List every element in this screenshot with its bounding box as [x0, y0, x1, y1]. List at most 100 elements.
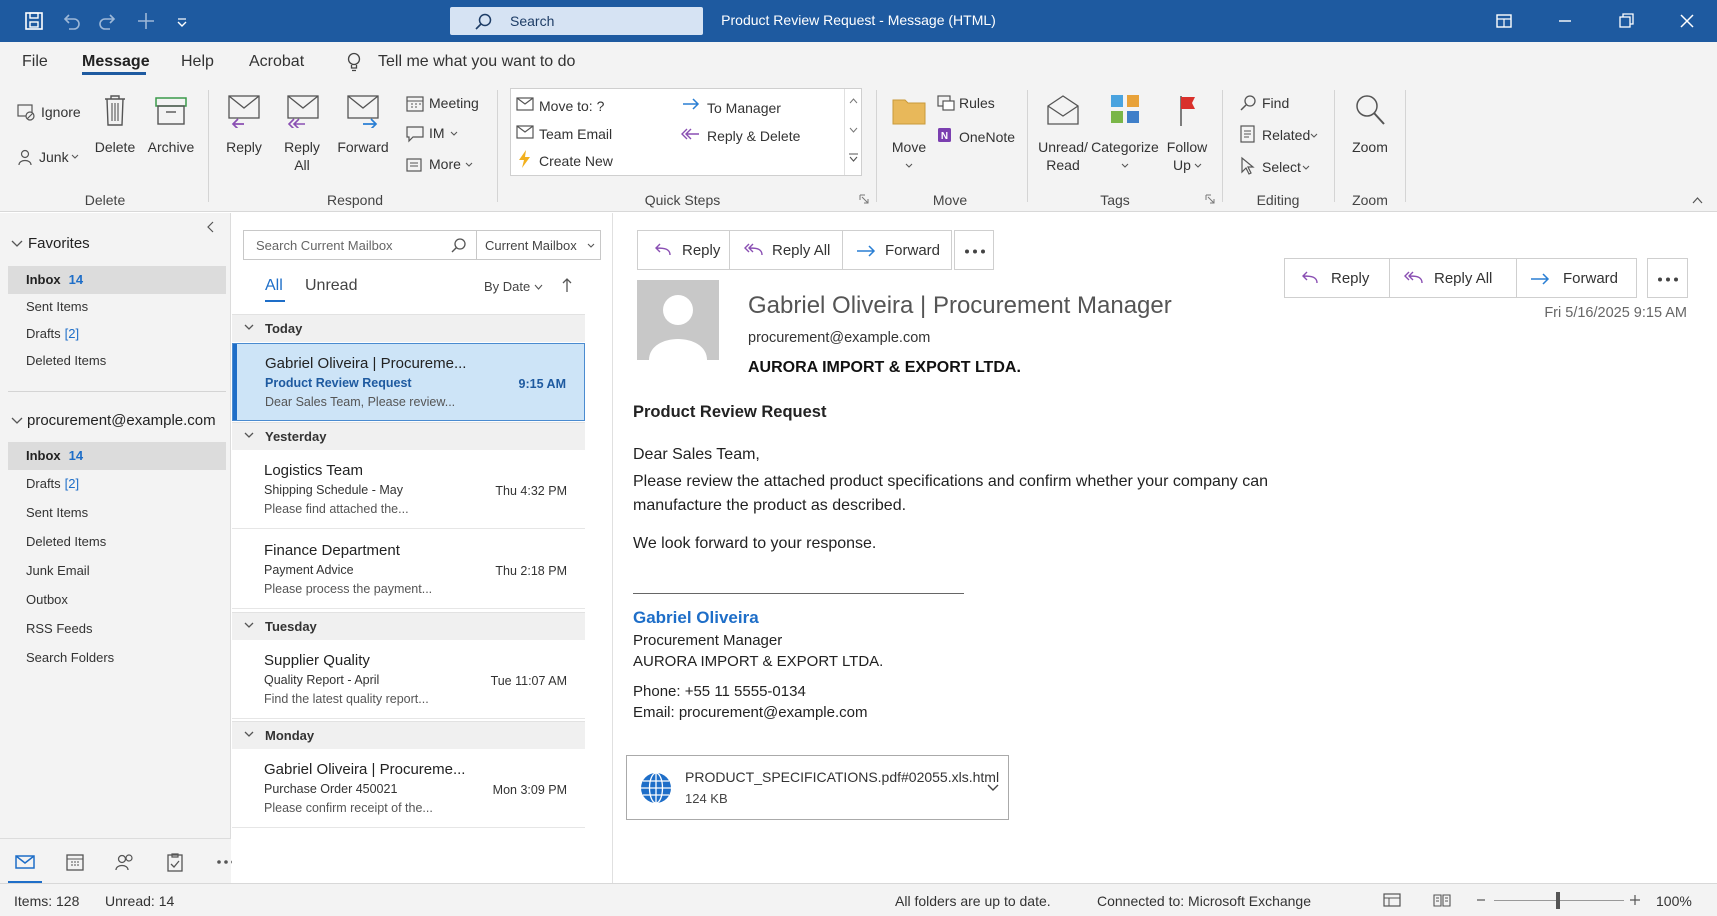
select-dropdown-icon[interactable]: [1302, 165, 1310, 171]
favorites-inbox[interactable]: Inbox 14: [8, 266, 226, 294]
restore-icon[interactable]: [1613, 8, 1639, 34]
gallery-expand-icon[interactable]: [848, 153, 859, 163]
collapse-ribbon-icon[interactable]: [1692, 196, 1703, 204]
calendar-icon[interactable]: [64, 851, 86, 873]
group-header-tuesday[interactable]: Tuesday: [232, 612, 585, 640]
quick-steps-launcher-icon[interactable]: [859, 194, 869, 204]
sender-avatar[interactable]: [637, 280, 719, 360]
message-item[interactable]: Gabriel Oliveira | Procureme... Purchase…: [232, 750, 585, 828]
attachment-menu-chevron-icon[interactable]: [987, 784, 999, 792]
favorites-drafts[interactable]: Drafts [2]: [8, 320, 226, 348]
zoom-button[interactable]: Zoom: [1345, 139, 1395, 156]
reply-button[interactable]: Reply: [219, 139, 269, 156]
filter-unread-tab[interactable]: Unread: [305, 277, 357, 295]
inline-forward-button[interactable]: Forward: [842, 230, 952, 270]
undo-icon[interactable]: [60, 10, 82, 32]
favorites-chevron-icon[interactable]: [11, 240, 23, 248]
quick-step-create-new[interactable]: Create New: [539, 153, 613, 169]
group-chevron-icon[interactable]: [244, 432, 254, 439]
header-more-actions-button[interactable]: [1647, 258, 1688, 298]
message-item[interactable]: Gabriel Oliveira | Procureme... Product …: [232, 343, 585, 421]
junk-button[interactable]: Junk: [39, 149, 69, 165]
inline-reply-button[interactable]: Reply: [637, 230, 730, 270]
minimize-icon[interactable]: [1552, 8, 1578, 34]
folder-sent-items[interactable]: Sent Items: [8, 499, 226, 527]
more-button[interactable]: More: [429, 156, 461, 172]
search-icon[interactable]: [450, 237, 468, 255]
zoom-out-icon[interactable]: [1476, 894, 1486, 906]
favorites-deleted-items[interactable]: Deleted Items: [8, 347, 226, 375]
folder-junk-email[interactable]: Junk Email: [8, 557, 226, 585]
reply-all-line2[interactable]: All: [277, 157, 327, 174]
mail-icon[interactable]: [14, 851, 36, 873]
group-header-yesterday[interactable]: Yesterday: [232, 422, 585, 450]
zoom-slider-thumb[interactable]: [1556, 892, 1560, 909]
unread-read-line1[interactable]: Unread/: [1032, 139, 1094, 156]
customize-qat-icon[interactable]: [175, 10, 189, 32]
zoom-level[interactable]: 100%: [1656, 893, 1692, 909]
ignore-button[interactable]: Ignore: [41, 104, 81, 120]
normal-view-icon[interactable]: [1383, 892, 1401, 908]
favorites-header[interactable]: Favorites: [28, 235, 90, 252]
onenote-button[interactable]: OneNote: [959, 129, 1015, 145]
im-button[interactable]: IM: [429, 125, 445, 141]
quick-step-to-manager[interactable]: To Manager: [707, 100, 781, 116]
tasks-icon[interactable]: [164, 851, 186, 873]
im-dropdown-icon[interactable]: [450, 131, 458, 137]
folder-drafts[interactable]: Drafts [2]: [8, 470, 226, 498]
attachment-card[interactable]: PRODUCT_SPECIFICATIONS.pdf#02055.xls.htm…: [626, 755, 1009, 820]
group-chevron-icon[interactable]: [244, 324, 254, 331]
group-chevron-icon[interactable]: [244, 731, 254, 738]
move-button[interactable]: Move: [884, 139, 934, 156]
sort-chevron-icon[interactable]: [534, 284, 543, 290]
collapse-folder-pane-icon[interactable]: [206, 221, 216, 233]
unread-read-line2[interactable]: Read: [1032, 157, 1094, 174]
folder-rss-feeds[interactable]: RSS Feeds: [8, 615, 226, 643]
more-dropdown-icon[interactable]: [465, 162, 473, 168]
people-icon[interactable]: [114, 851, 136, 873]
save-icon[interactable]: [23, 10, 45, 32]
message-item[interactable]: Finance Department Payment Advice Thu 2:…: [232, 531, 585, 609]
header-reply-button[interactable]: Reply: [1284, 258, 1390, 298]
menu-help[interactable]: Help: [181, 53, 214, 71]
follow-up-line1[interactable]: Follow: [1160, 139, 1214, 156]
search-current-mailbox-input[interactable]: Search Current Mailbox: [243, 230, 477, 260]
forward-arrows-icon[interactable]: [135, 10, 157, 32]
search-scope-dropdown[interactable]: Current Mailbox: [477, 230, 601, 260]
redo-icon[interactable]: [97, 10, 119, 32]
tell-me-box[interactable]: Tell me what you want to do: [378, 53, 575, 71]
reading-view-icon[interactable]: [1433, 892, 1451, 908]
related-button[interactable]: Related: [1262, 127, 1310, 143]
scroll-up-icon[interactable]: [849, 98, 858, 104]
move-dropdown-icon[interactable]: [905, 163, 913, 169]
scroll-down-icon[interactable]: [849, 127, 858, 133]
account-chevron-icon[interactable]: [11, 417, 23, 425]
account-header[interactable]: procurement@example.com: [27, 412, 216, 429]
folder-deleted-items[interactable]: Deleted Items: [8, 528, 226, 556]
quick-step-reply-delete[interactable]: Reply & Delete: [707, 128, 800, 144]
folder-outbox[interactable]: Outbox: [8, 586, 226, 614]
quick-steps-scroll[interactable]: [844, 89, 862, 175]
select-button[interactable]: Select: [1262, 159, 1301, 175]
group-header-monday[interactable]: Monday: [232, 721, 585, 749]
quick-step-move-to[interactable]: Move to: ?: [539, 98, 604, 114]
menu-acrobat[interactable]: Acrobat: [249, 53, 304, 71]
message-item[interactable]: Logistics Team Shipping Schedule - May T…: [232, 451, 585, 529]
rules-button[interactable]: Rules: [959, 95, 995, 111]
inline-more-actions-button[interactable]: [954, 230, 994, 270]
reply-all-line1[interactable]: Reply: [277, 139, 327, 156]
find-button[interactable]: Find: [1262, 95, 1289, 111]
close-icon[interactable]: [1674, 8, 1700, 34]
sender-name[interactable]: Gabriel Oliveira | Procurement Manager: [748, 292, 1172, 320]
sort-direction-arrow-icon[interactable]: [561, 277, 573, 293]
group-header-today[interactable]: Today: [232, 314, 585, 342]
archive-button[interactable]: Archive: [143, 139, 199, 156]
forward-button[interactable]: Forward: [334, 139, 392, 156]
follow-up-dropdown-icon[interactable]: [1194, 163, 1202, 169]
tags-launcher-icon[interactable]: [1205, 194, 1215, 204]
message-item[interactable]: Supplier Quality Quality Report - April …: [232, 641, 585, 719]
favorites-sent-items[interactable]: Sent Items: [8, 293, 226, 321]
zoom-in-icon[interactable]: [1629, 894, 1641, 906]
group-chevron-icon[interactable]: [244, 622, 254, 629]
delete-button[interactable]: Delete: [90, 139, 140, 156]
